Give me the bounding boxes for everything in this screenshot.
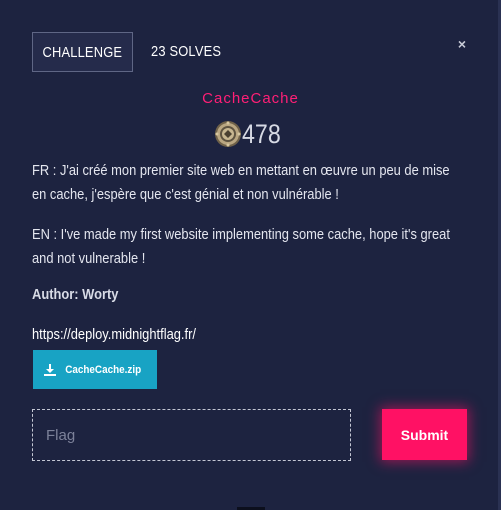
- coin-icon: [214, 121, 241, 147]
- description-fr: FR : J'ai créé mon premier site web en m…: [32, 162, 450, 203]
- tab-challenge[interactable]: CHALLENGE: [32, 32, 133, 72]
- description-en: EN : I've made my first website implemen…: [32, 226, 450, 267]
- download-icon: [44, 363, 57, 376]
- challenge-link[interactable]: https://deploy.midnightflag.fr/: [32, 326, 196, 343]
- challenge-author: Author: Worty: [32, 286, 119, 303]
- download-button[interactable]: CacheCache.zip: [33, 350, 157, 389]
- close-icon[interactable]: ×: [456, 37, 468, 51]
- tab-solves-label: 23 SOLVES: [151, 43, 222, 60]
- submit-button[interactable]: Submit: [382, 409, 467, 460]
- flag-input[interactable]: [32, 409, 351, 461]
- challenge-name: CacheCache: [202, 90, 299, 107]
- challenge-modal: CHALLENGE 23 SOLVES × CacheCache 478 FR …: [0, 0, 501, 510]
- challenge-value: 478: [241, 118, 281, 149]
- download-label: CacheCache.zip: [65, 363, 142, 376]
- tab-challenge-label: CHALLENGE: [42, 44, 123, 61]
- tab-solves[interactable]: 23 SOLVES: [151, 32, 221, 72]
- challenge-value-row: 478: [0, 116, 501, 152]
